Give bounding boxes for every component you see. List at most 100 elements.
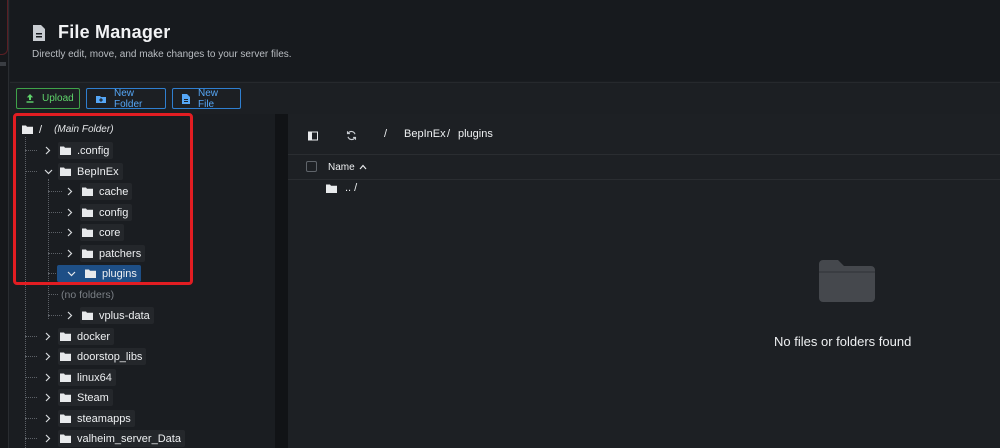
folder-icon (60, 146, 71, 155)
upload-label: Upload (42, 93, 74, 104)
tree-item-box: core (80, 224, 125, 241)
folder-icon (85, 269, 96, 278)
sidebar-active-marker (0, 0, 8, 55)
toggle-sidebar-icon[interactable] (308, 128, 320, 141)
empty-folder-icon (819, 260, 875, 302)
name-column-header[interactable]: Name (328, 162, 367, 173)
upload-button[interactable]: Upload (16, 88, 80, 109)
tree-item-label: config (99, 206, 129, 219)
new-file-button[interactable]: New File (172, 88, 241, 110)
no-folders-label: (no folders) (61, 288, 115, 301)
refresh-icon[interactable] (346, 128, 358, 141)
tree-guide-h (48, 294, 58, 295)
chevron-right-icon[interactable] (42, 145, 54, 157)
tree-root-box: / (Main Folder) (20, 121, 118, 138)
new-file-icon (182, 93, 190, 104)
chevron-right-icon[interactable] (42, 392, 54, 404)
folder-icon (82, 249, 93, 258)
tree-item-label: patchers (99, 247, 142, 260)
title-row: File Manager (32, 22, 170, 43)
panel-splitter[interactable] (275, 114, 288, 448)
folder-icon (82, 228, 93, 237)
tree-guide-level1 (25, 137, 26, 448)
chevron-right-icon[interactable] (42, 433, 54, 445)
tree-item-box: doorstop_libs (58, 348, 147, 365)
tree-item-box-selected: plugins (57, 265, 141, 282)
tree-item-label: vplus-data (99, 309, 150, 322)
tree-root-label: / (39, 123, 43, 136)
tree-item-box: steamapps (58, 410, 135, 427)
tree-guide-h (48, 191, 62, 192)
parent-directory-row[interactable]: .. / (326, 182, 357, 194)
folder-tree: / (Main Folder) .config BepInEx cache co… (10, 114, 275, 448)
chevron-right-icon[interactable] (42, 351, 54, 363)
tree-item-vplus-data[interactable]: vplus-data (64, 307, 154, 324)
tree-guide-h (25, 336, 37, 337)
tree-item-box: Steam (58, 389, 113, 406)
new-folder-label: New Folder (114, 87, 143, 110)
chevron-down-icon[interactable] (42, 166, 54, 178)
chevron-right-icon[interactable] (64, 207, 76, 219)
tree-item-label: BepInEx (77, 165, 119, 178)
chevron-right-icon[interactable] (64, 227, 76, 239)
upload-icon (26, 94, 34, 103)
tree-item-patchers[interactable]: patchers (64, 245, 146, 262)
select-all-checkbox[interactable] (306, 161, 317, 172)
folder-icon (82, 208, 93, 217)
tree-item-docker[interactable]: docker (42, 328, 115, 345)
tree-item-box: BepInEx (58, 163, 123, 180)
tree-item-config-dir[interactable]: .config (42, 142, 114, 159)
tree-guide-h (48, 253, 62, 254)
tree-item-steamapps[interactable]: steamapps (42, 410, 135, 427)
tree-item-valheim-server-data[interactable]: valheim_server_Data (42, 430, 185, 447)
tree-empty-message: (no folders) (61, 286, 114, 303)
sort-ascending-icon (359, 162, 367, 173)
tree-item-doorstop-libs[interactable]: doorstop_libs (42, 348, 147, 365)
tree-guide-h (25, 356, 37, 357)
chevron-down-icon[interactable] (65, 268, 77, 280)
folder-icon (82, 311, 93, 320)
tree-item-cache[interactable]: cache (64, 183, 133, 200)
tree-item-box: config (80, 204, 133, 221)
tree-guide-h (25, 150, 37, 151)
page-subtitle: Directly edit, move, and make changes to… (32, 49, 292, 60)
tree-guide-h (25, 377, 37, 378)
folder-icon (22, 125, 33, 134)
chevron-right-icon[interactable] (64, 186, 76, 198)
main-folder-note: (Main Folder) (54, 124, 114, 135)
tree-item-label: linux64 (77, 371, 112, 384)
chevron-right-icon[interactable] (64, 248, 76, 260)
tree-item-linux64[interactable]: linux64 (42, 369, 116, 386)
tree-item-label: cache (99, 185, 129, 198)
tree-guide-h (48, 315, 62, 316)
tree-item-label: core (99, 226, 121, 239)
tree-item-config[interactable]: config (64, 204, 133, 221)
document-icon (32, 24, 46, 42)
folder-icon (60, 434, 71, 443)
chevron-right-icon[interactable] (42, 372, 54, 384)
tree-item-core[interactable]: core (64, 224, 125, 241)
tree-item-box: cache (80, 183, 133, 200)
breadcrumb-item[interactable]: BepInEx (404, 128, 446, 140)
chevron-right-icon[interactable] (42, 413, 54, 425)
new-folder-button[interactable]: New Folder (86, 87, 166, 110)
breadcrumb-root[interactable]: / (384, 128, 387, 140)
breadcrumb-current[interactable]: plugins (458, 128, 493, 140)
new-folder-icon (96, 95, 106, 103)
empty-state-message: No files or folders found (774, 334, 912, 349)
app-sidebar-edge (0, 0, 9, 448)
tree-item-box: linux64 (58, 369, 116, 386)
chevron-right-icon[interactable] (42, 331, 54, 343)
folder-icon (60, 393, 71, 402)
tree-item-box: vplus-data (80, 307, 154, 324)
parent-directory-label: .. / (345, 182, 358, 194)
chevron-right-icon[interactable] (64, 310, 76, 322)
tree-item-plugins[interactable]: plugins (57, 265, 141, 282)
breadcrumb-separator: / (447, 128, 451, 140)
tree-root[interactable]: / (Main Folder) (20, 121, 118, 138)
tree-item-steam[interactable]: Steam (42, 389, 113, 406)
tree-item-bepinex[interactable]: BepInEx (42, 163, 123, 180)
tree-guide-h (48, 212, 62, 213)
tree-item-label: plugins (102, 267, 137, 280)
tree-guide-level2 (48, 179, 49, 319)
